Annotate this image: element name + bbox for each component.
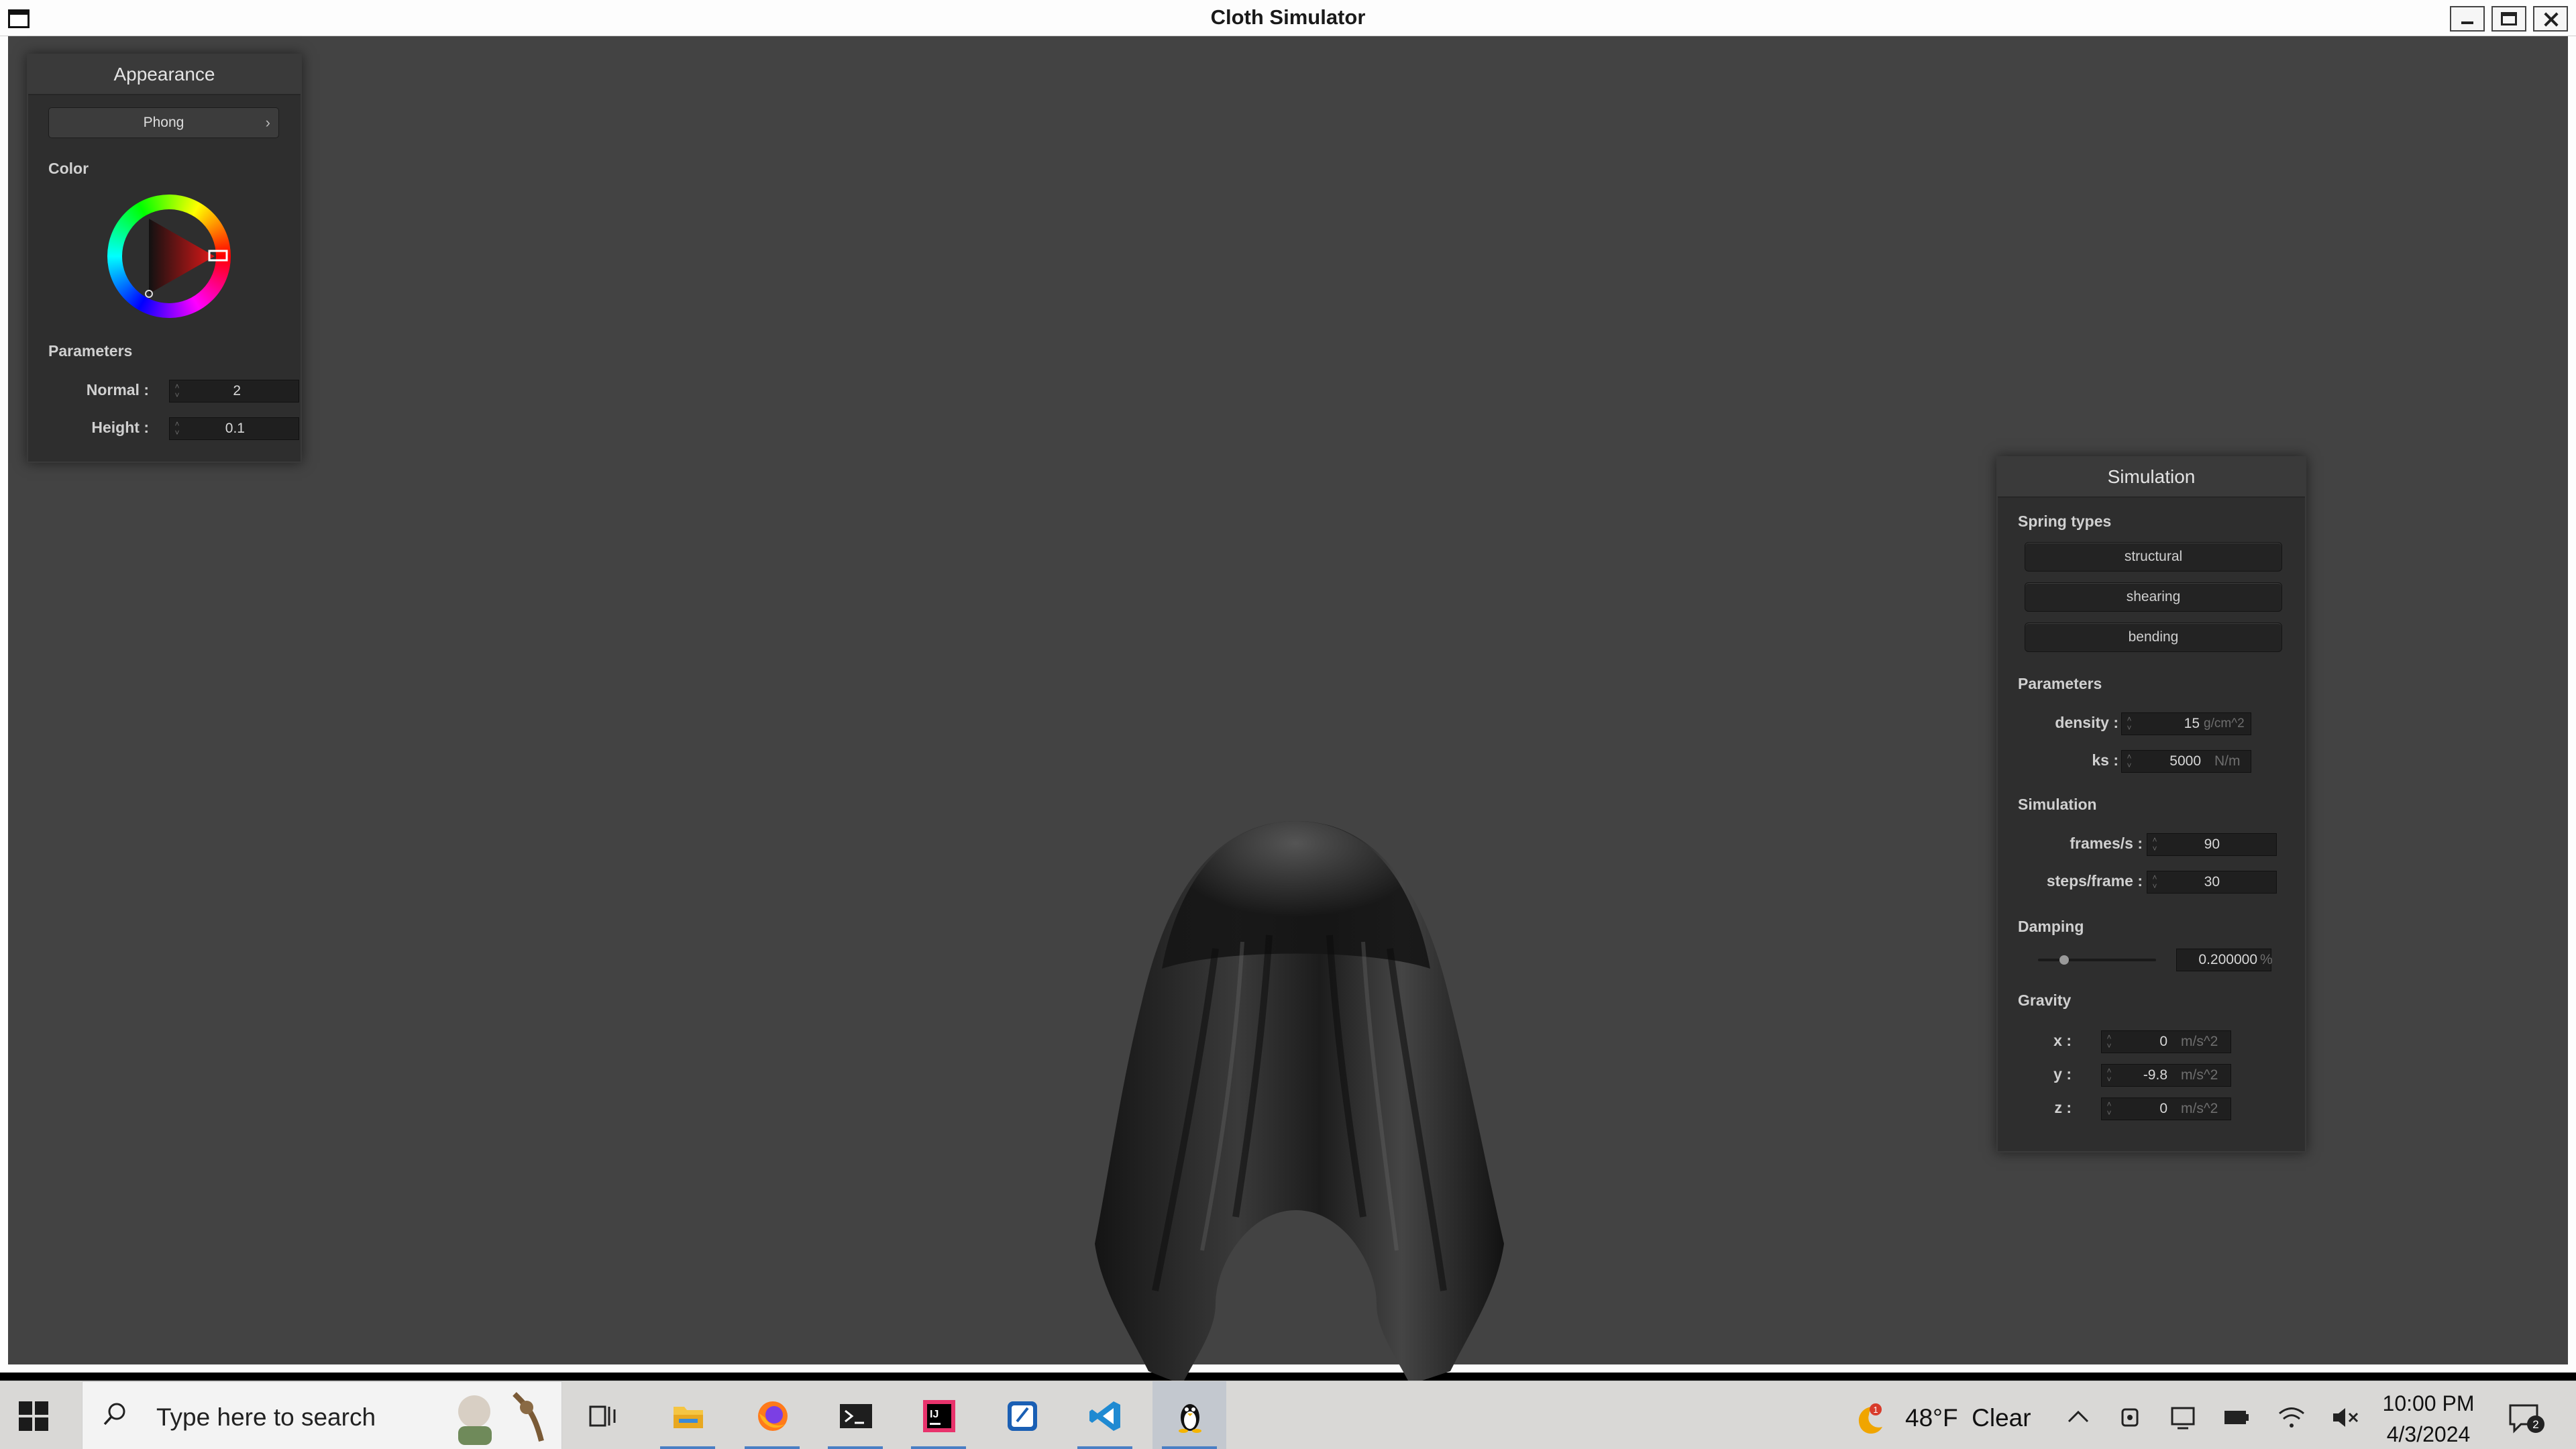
clock-date: 4/3/2024 <box>2386 1422 2471 1446</box>
gravity-y-input[interactable]: ˄ ˅ -9.8 m/s^2 <box>2101 1064 2231 1087</box>
intellij-button[interactable]: IJ <box>902 1381 975 1449</box>
sim-parameters-label: Parameters <box>2018 675 2102 692</box>
spring-types-label: Spring types <box>2018 513 2112 530</box>
simulation-section-label: Simulation <box>2018 796 2097 813</box>
density-input[interactable]: ˄ ˅ 15 g/cm^2 <box>2121 712 2251 735</box>
file-explorer-button[interactable] <box>651 1381 724 1449</box>
wifi-icon[interactable] <box>2277 1404 2306 1431</box>
appearance-parameters-label: Parameters <box>48 342 133 360</box>
gravity-z-label: z : <box>2054 1099 2072 1116</box>
ks-label: ks : <box>2092 751 2118 769</box>
simulation-header[interactable]: Simulation <box>1998 458 2305 498</box>
volume-muted-icon[interactable] <box>2330 1404 2360 1431</box>
simulation-panel: Simulation Spring types structural shear… <box>1996 456 2306 1152</box>
vscode-button[interactable] <box>1068 1381 1142 1449</box>
gravity-label: Gravity <box>2018 991 2072 1009</box>
height-input[interactable]: ˄ ˅ 0.1 <box>169 417 299 440</box>
normal-input[interactable]: ˄ ˅ 2 <box>169 380 299 402</box>
maximize-button[interactable] <box>2491 6 2526 32</box>
terminal-icon <box>840 1404 872 1428</box>
vscode-icon <box>1089 1401 1120 1431</box>
bending-spring-button[interactable]: bending <box>2025 623 2282 652</box>
editor-icon <box>1008 1401 1037 1431</box>
height-label: Height : <box>91 419 149 436</box>
weather-condition: Clear <box>1972 1404 2031 1432</box>
normal-label: Normal : <box>86 381 149 398</box>
color-triangle[interactable] <box>107 195 231 318</box>
intellij-icon: IJ <box>923 1400 955 1432</box>
chevron-right-icon: › <box>265 114 270 131</box>
close-button[interactable] <box>2533 6 2568 32</box>
battery-icon[interactable] <box>2222 1404 2251 1431</box>
folder-icon <box>674 1407 703 1428</box>
window-title: Cloth Simulator <box>1210 5 1366 29</box>
firefox-button[interactable] <box>735 1381 809 1449</box>
svg-text:2: 2 <box>2532 1418 2538 1431</box>
task-view-button[interactable] <box>565 1381 639 1449</box>
title-bar: Cloth Simulator <box>0 0 2576 36</box>
color-label: Color <box>48 160 89 177</box>
gravity-x-input[interactable]: ˄ ˅ 0 m/s^2 <box>2101 1030 2231 1053</box>
svg-text:IJ: IJ <box>930 1409 938 1420</box>
damping-slider[interactable] <box>2038 955 2156 965</box>
terminal-button[interactable] <box>818 1381 892 1449</box>
notification-icon[interactable]: 2 <box>2506 1401 2546 1435</box>
linux-app-button[interactable] <box>1152 1381 1226 1449</box>
gravity-z-input[interactable]: ˄ ˅ 0 m/s^2 <box>2101 1097 2231 1120</box>
shader-dropdown[interactable]: Phong › <box>48 107 279 138</box>
search-icon <box>103 1403 125 1426</box>
linux-penguin-icon <box>1179 1404 1201 1433</box>
gravity-y-label: y : <box>2053 1065 2072 1083</box>
search-placeholder: Type here to search <box>156 1403 376 1431</box>
firefox-icon <box>758 1401 788 1431</box>
system-clock[interactable]: 10:00 PM 4/3/2024 <box>2375 1388 2482 1449</box>
display-icon[interactable] <box>2168 1404 2198 1431</box>
frames-label: frames/s : <box>2070 835 2143 852</box>
ks-input[interactable]: ˄ ˅ 5000 N/m <box>2121 750 2251 773</box>
camera-icon[interactable] <box>2117 1404 2147 1431</box>
frames-input[interactable]: ˄ ˅ 90 <box>2147 833 2277 856</box>
minimize-button[interactable] <box>2450 6 2485 32</box>
damping-input[interactable]: 0.200000 % <box>2176 949 2273 971</box>
chevron-up-icon[interactable] <box>2063 1404 2093 1431</box>
structural-spring-button[interactable]: structural <box>2025 542 2282 572</box>
weather-temp: 48°F <box>1905 1404 1958 1432</box>
clock-time: 10:00 PM <box>2382 1391 2475 1415</box>
gravity-x-label: x : <box>2053 1032 2072 1049</box>
density-label: density : <box>2055 714 2118 731</box>
shader-value: Phong <box>143 115 184 130</box>
damping-label: Damping <box>2018 918 2084 935</box>
damping-slider-handle[interactable] <box>2059 955 2069 965</box>
taskbar: Type here to search IJ 1 48°F Clear 10:0… <box>0 1381 2576 1449</box>
task-view-icon <box>589 1405 616 1427</box>
steps-input[interactable]: ˄ ˅ 30 <box>2147 871 2277 894</box>
cloth-mesh <box>1095 821 1504 1385</box>
appearance-panel: Appearance Phong › Color Parameters Norm… <box>27 54 302 463</box>
steps-label: steps/frame : <box>2046 872 2143 890</box>
search-highlight-illustration <box>458 1392 544 1445</box>
taskbar-search[interactable]: Type here to search <box>82 1381 562 1449</box>
moon-icon: 1 <box>1858 1403 1882 1434</box>
shearing-spring-button[interactable]: shearing <box>2025 582 2282 612</box>
editor-button[interactable] <box>985 1381 1059 1449</box>
svg-text:1: 1 <box>1873 1405 1878 1415</box>
windows-start-icon[interactable] <box>19 1401 48 1431</box>
appearance-header[interactable]: Appearance <box>28 55 301 95</box>
